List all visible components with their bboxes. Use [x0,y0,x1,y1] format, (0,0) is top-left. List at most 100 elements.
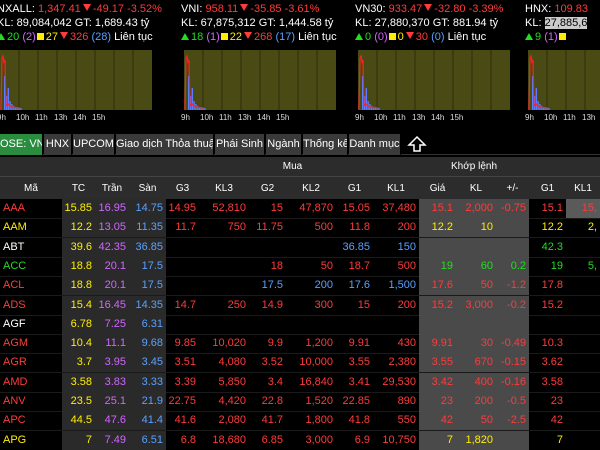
bid-price-2-cell: 15 [270,202,283,214]
scroll-up-icon[interactable] [405,133,429,155]
chart-canvas [528,50,600,110]
column-header-g3[interactable]: G3 [166,176,199,199]
ask-volume-1-cell [566,315,600,334]
floor-price-cell: 11.35 [129,218,166,238]
symbol-cell[interactable]: ACL [0,276,62,295]
column-header-[interactable]: +/- [496,176,529,199]
column-header-kl3[interactable]: KL3 [199,176,249,199]
tab-hnx[interactable]: HNX [44,134,72,155]
column-header-kl1[interactable]: KL1 [373,176,419,199]
symbol-cell[interactable]: AMD [0,373,62,392]
unchanged-square-icon [220,33,228,40]
volume-bar [191,88,193,110]
up-arrow-icon [525,33,533,40]
index-headline: VNI: 958.11 -35.85 -3.61% [181,3,319,16]
floor-price-cell: 3.33 [129,372,166,392]
symbol-cell[interactable]: ACC [0,257,62,276]
column-header-g1[interactable]: G1 [336,176,373,199]
table-row[interactable]: AGM 10.4 11.1 9.68 9.85 10,020 9.9 1,200 9.91 430… [0,334,600,354]
time-tick-label: 9h [525,113,534,122]
tab-danh-mục[interactable]: Danh mục [349,134,401,155]
down-arrow-icon [82,4,91,11]
bid-price-3-cell: 6.8 [180,433,196,446]
time-tick-label: 10h [200,113,214,122]
reference-price-cell: 18.8 [62,276,95,296]
table-row[interactable]: ACL 18.8 20.1 17.5 17.5 200 17.6 1,500 17.6 50 -1.… [0,276,600,296]
table-row[interactable]: APC 44.5 47.6 41.4 41.6 2,080 41.7 1,800 41.8 550… [0,411,600,431]
bid-volume-1-cell: 550 [397,414,416,427]
ceiling-price-cell: 11.1 [95,334,129,354]
table-row[interactable]: AMD 3.58 3.83 3.33 3.39 5,850 3.4 16,840 3.41 29,… [0,372,600,392]
symbol-cell[interactable]: AGM [0,334,62,353]
column-header-m[interactable]: Mã [0,176,62,199]
match-volume-cell: 200 [456,392,496,411]
match-change-cell: -0.5 [496,392,529,411]
tab-giao-dịch-thỏa-thuận[interactable]: Giao dịch Thỏa thuận [116,134,214,155]
index-intraday-chart [528,50,600,110]
match-change-cell [496,430,529,450]
bid-volume-1-cell: 10,750 [382,433,416,446]
table-row[interactable]: APG 7 7.49 6.51 6.8 18,680 6.85 3,000 6.9 10,750 7… [0,430,600,450]
tab-ngành[interactable]: Ngành [266,134,302,155]
match-change-cell: 0.2 [496,256,529,276]
reference-price-cell: 3.58 [62,372,95,392]
volume-label: KL: [525,17,542,29]
floor-price-cell: 6.51 [129,430,166,450]
index-panel-vn30[interactable]: VN30: 933.47 -32.80 -3.39% KL: 27,880,370 … [355,0,530,130]
tab-phái-sinh[interactable]: Phái Sinh [215,134,265,155]
symbol-cell[interactable]: AAA [0,199,62,218]
symbol-cell[interactable]: AAM [0,218,62,237]
table-row[interactable]: AAM 12.2 13.05 11.35 11.7 750 11.75 500 11.8 200 1… [0,218,600,238]
column-header-gi[interactable]: Giá [419,176,456,199]
column-header-g2[interactable]: G2 [249,176,286,199]
table-row[interactable]: AGF 6.78 7.25 6.31 [0,314,600,334]
index-panel-vni[interactable]: VNI: 958.11 -35.85 -3.61% KL: 67,875,312 G… [181,0,356,130]
symbol-cell[interactable]: APG [0,431,62,450]
buy-group-header: Mua [166,157,419,176]
table-row[interactable]: ANV 23.5 25.1 21.9 22.75 4,420 22.8 1,520 22.85 8… [0,392,600,411]
table-row[interactable]: AAA 15.85 16.95 14.75 14.95 52,810 15 47,870 15.… [0,199,600,218]
symbol-cell[interactable]: APC [0,411,62,430]
bid-volume-2-cell: 500 [314,221,333,234]
table-row[interactable]: AGR 3.7 3.95 3.45 3.51 4,080 3.52 10,000 3.55 2,3… [0,353,600,373]
column-header-tc[interactable]: TC [62,176,95,199]
table-row[interactable]: ACC 18.8 20.1 17.5 18 50 18.7 500 19 60 0.2 19 5, [0,256,600,276]
match-volume-cell: 60 [456,256,496,276]
ceiling-price-cell: 25.1 [95,392,129,411]
symbol-cell[interactable]: ADS [0,296,62,315]
bid-volume-2-cell: 50 [320,259,333,272]
unchanged-count: 27 [45,31,59,43]
symbol-cell[interactable]: ABT [0,238,62,257]
ceiling-price-cell: 16.45 [95,295,129,315]
column-header-sn[interactable]: Sàn [129,176,166,199]
time-tick-label: 13h [238,113,252,122]
table-row[interactable]: ABT 39.6 42.35 36.85 36.85 150 42.3 [0,237,600,257]
ceiling-price-cell: 16.95 [95,199,129,218]
match-price-cell: 42 [419,411,456,431]
column-header-g1-sell[interactable]: G1 [529,176,566,199]
symbol-cell[interactable]: AGR [0,353,62,372]
tab-thống-kê[interactable]: Thống kê [303,134,348,155]
chart-time-axis: 9h 10h 11h 13h 14h 15h [355,113,469,122]
volume-bar [365,88,367,110]
bid-volume-1-cell: 37,480 [382,202,416,214]
column-header-trn[interactable]: Trần [95,176,129,199]
time-tick-label: 11h [563,113,576,122]
index-panel-nxall[interactable]: NXALL: 1,347.41 -49.17 -3.52% KL: 89,084,0… [0,0,172,130]
symbol-cell[interactable]: ANV [0,392,62,411]
column-header-kl2[interactable]: KL2 [286,176,336,199]
bid-volume-2-cell: 300 [314,298,333,311]
bid-price-2-cell: 3.4 [267,375,283,388]
column-header-kl1-sell[interactable]: KL1 [566,176,600,199]
table-row[interactable]: ADS 15.4 16.45 14.35 14.7 250 14.9 300 15 200 15.2… [0,295,600,315]
symbol-cell[interactable]: AGF [0,315,62,334]
ceiling-count: (1) [544,31,558,43]
index-panel-hnx[interactable]: HNX: 109.83KL: 27,885,69 (1)9h10h11h13h1… [525,0,600,130]
time-tick-label: 13h [54,113,68,122]
match-price-cell: 3.55 [419,353,456,373]
tab-upcom[interactable]: UPCOM [73,134,115,155]
column-header-kl[interactable]: KL [456,176,496,199]
reference-price-cell: 18.8 [62,256,95,276]
time-tick-label: 11h [393,113,406,122]
tab-hose-vni[interactable]: OSE: VNI [0,134,43,155]
